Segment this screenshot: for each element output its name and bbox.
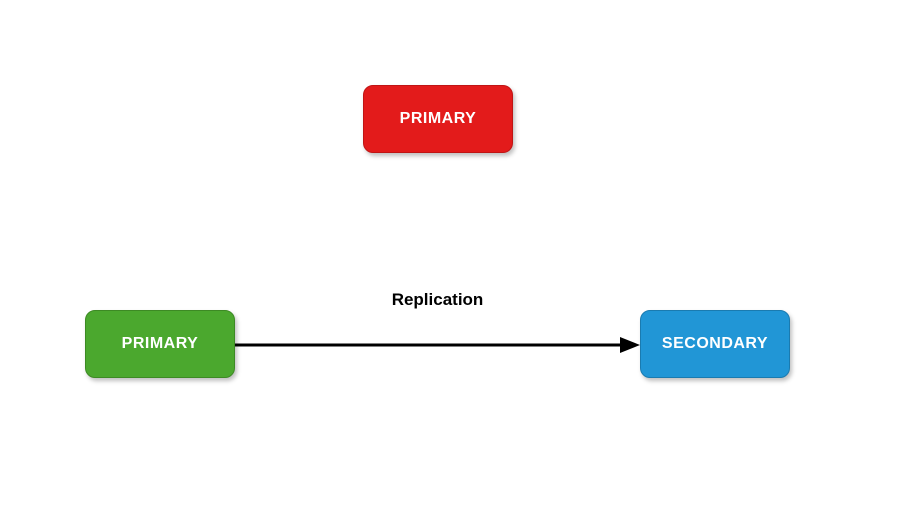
primary-top-label: PRIMARY <box>400 110 477 128</box>
replication-edge: Replication <box>235 290 640 370</box>
secondary-right-label: SECONDARY <box>662 335 768 353</box>
primary-top-node: PRIMARY <box>363 85 513 153</box>
primary-left-label: PRIMARY <box>122 335 199 353</box>
arrow-icon <box>235 335 640 355</box>
secondary-right-node: SECONDARY <box>640 310 790 378</box>
primary-left-node: PRIMARY <box>85 310 235 378</box>
replication-edge-label: Replication <box>235 290 640 310</box>
